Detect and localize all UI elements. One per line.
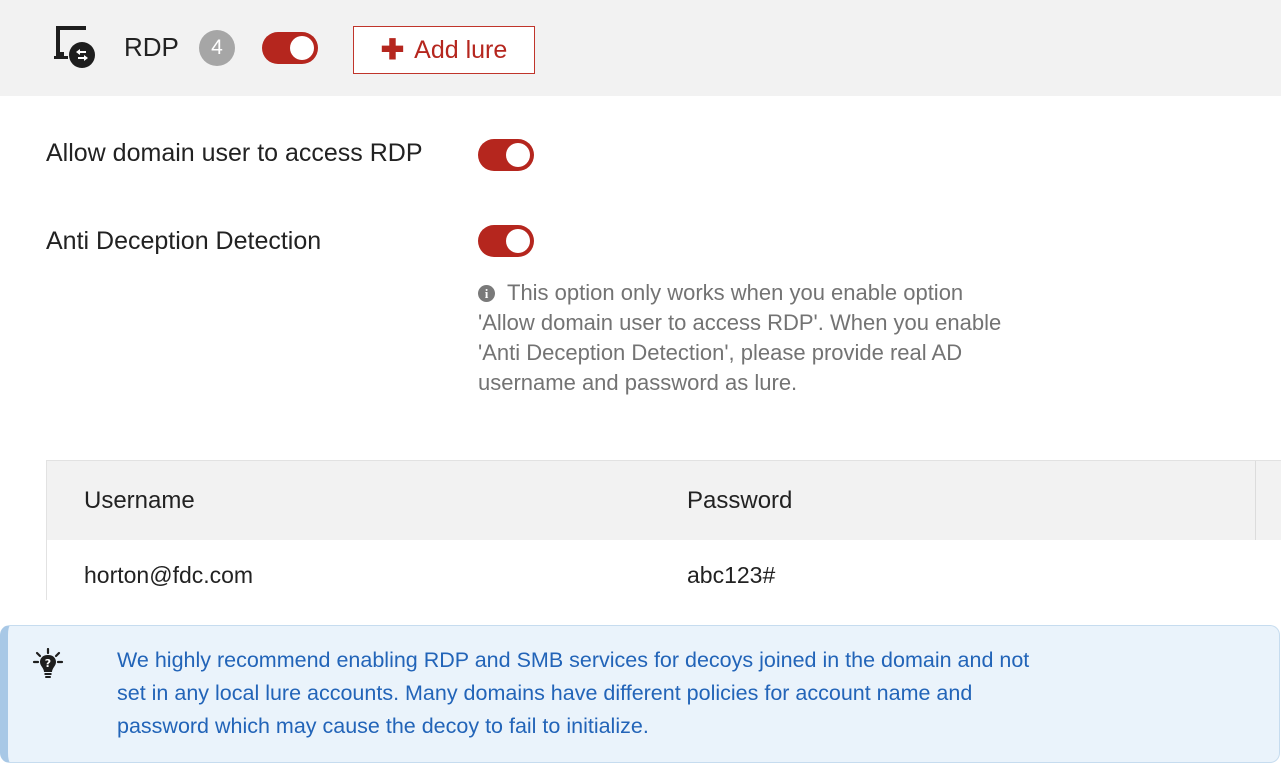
table-header: Username Password [46, 460, 1281, 541]
help-line: username and password as lure. [478, 370, 798, 395]
lightbulb-icon: ? [32, 648, 64, 678]
info-icon: i [478, 285, 495, 302]
column-header-password[interactable]: Password [687, 487, 792, 515]
help-line: 'Anti Deception Detection', please provi… [478, 340, 963, 365]
username-cell: horton@fdc.com [84, 562, 254, 588]
note-line: set in any local lure accounts. Many dom… [117, 681, 973, 705]
anti-deception-help-text: i This option only works when you enable … [478, 278, 1078, 398]
lure-count-badge: 4 [199, 30, 235, 66]
toggle-knob [290, 36, 314, 60]
remote-desktop-icon [54, 26, 95, 68]
service-title: RDP [124, 32, 179, 62]
plus-icon: ✚ [380, 34, 405, 65]
toggle-knob [506, 229, 530, 253]
add-lure-button[interactable]: ✚ Add lure [353, 26, 535, 74]
allow-domain-user-toggle[interactable] [478, 139, 534, 171]
table-row[interactable]: horton@fdc.com abc123# [46, 540, 1281, 600]
rdp-service-toggle[interactable] [262, 32, 318, 64]
allow-domain-user-label: Allow domain user to access RDP [46, 139, 423, 167]
column-divider [1255, 461, 1256, 541]
toggle-knob [506, 143, 530, 167]
password-cell: abc123# [687, 562, 776, 588]
rdp-service-header: RDP 4 ✚ Add lure [0, 0, 1281, 96]
note-line: password which may cause the decoy to fa… [117, 714, 649, 738]
anti-deception-toggle[interactable] [478, 225, 534, 257]
svg-text:?: ? [45, 657, 51, 670]
note-line: We highly recommend enabling RDP and SMB… [117, 648, 1030, 672]
column-header-username[interactable]: Username [84, 487, 195, 515]
note-text: We highly recommend enabling RDP and SMB… [117, 644, 1247, 743]
help-line: i This option only works when you enable … [478, 278, 1078, 308]
help-line: 'Allow domain user to access RDP'. When … [478, 310, 1002, 335]
add-lure-label: Add lure [414, 35, 508, 64]
recommendation-note: ? We highly recommend enabling RDP and S… [0, 625, 1280, 763]
rdp-lure-panel: RDP 4 ✚ Add lure Allow domain user to ac… [0, 0, 1281, 600]
anti-deception-label: Anti Deception Detection [46, 227, 322, 255]
